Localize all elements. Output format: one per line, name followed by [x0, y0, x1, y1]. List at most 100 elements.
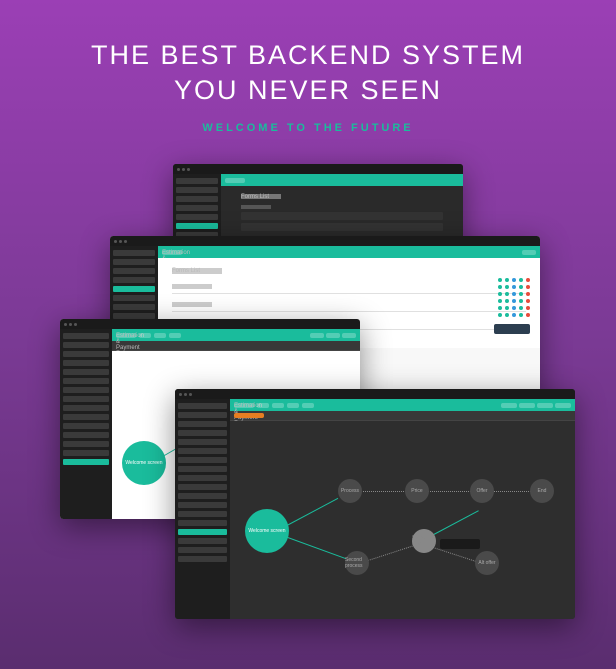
action-dot[interactable] — [505, 292, 509, 296]
sidebar-item-active[interactable] — [176, 223, 218, 229]
sidebar-item[interactable] — [113, 259, 155, 265]
topbar-action[interactable] — [342, 333, 356, 338]
topbar-tab[interactable] — [272, 403, 284, 408]
topbar-action[interactable] — [555, 403, 571, 408]
topbar-action[interactable] — [310, 333, 324, 338]
sidebar-item[interactable] — [113, 268, 155, 274]
action-dot[interactable] — [505, 299, 509, 303]
node-step[interactable]: Price — [405, 479, 429, 503]
sidebar-item[interactable] — [176, 214, 218, 220]
sidebar-item-active[interactable] — [178, 529, 227, 535]
node-step[interactable]: Alt offer — [475, 551, 499, 575]
sidebar-item[interactable] — [63, 342, 109, 348]
action-dot[interactable] — [498, 292, 502, 296]
sidebar-item[interactable] — [63, 387, 109, 393]
action-dot[interactable] — [526, 306, 530, 310]
sidebar-item[interactable] — [113, 295, 155, 301]
sidebar-item[interactable] — [113, 277, 155, 283]
node-step[interactable]: Process — [338, 479, 362, 503]
sidebar-item[interactable] — [63, 333, 109, 339]
action-dot[interactable] — [519, 313, 523, 317]
action-dot[interactable] — [512, 299, 516, 303]
action-dot[interactable] — [519, 299, 523, 303]
sidebar-item[interactable] — [178, 439, 227, 445]
sidebar-item[interactable] — [178, 502, 227, 508]
topbar-tab[interactable] — [287, 403, 299, 408]
sidebar-item[interactable] — [63, 432, 109, 438]
action-dot[interactable] — [512, 313, 516, 317]
sidebar-item-active[interactable] — [63, 459, 109, 465]
sidebar-item[interactable] — [178, 538, 227, 544]
action-dot[interactable] — [526, 313, 530, 317]
sidebar-item[interactable] — [178, 421, 227, 427]
action-dot[interactable] — [519, 306, 523, 310]
topbar-action[interactable] — [519, 403, 535, 408]
sidebar-item[interactable] — [113, 250, 155, 256]
node-welcome[interactable]: Welcome screen — [122, 441, 166, 485]
sidebar-item[interactable] — [63, 396, 109, 402]
topbar-tab[interactable] — [302, 403, 314, 408]
action-dot[interactable] — [498, 285, 502, 289]
action-dot[interactable] — [512, 306, 516, 310]
node-step[interactable]: End — [530, 479, 554, 503]
node-canvas[interactable]: Welcome screen Process Price Offer End S… — [230, 421, 575, 619]
action-dot[interactable] — [512, 292, 516, 296]
sidebar-item[interactable] — [178, 556, 227, 562]
sidebar-item[interactable] — [63, 450, 109, 456]
steps-manager-tab[interactable] — [234, 413, 264, 418]
node-step-highlighted[interactable]: Same Price — [412, 529, 436, 553]
topbar-action[interactable] — [522, 250, 536, 255]
sidebar-item[interactable] — [178, 484, 227, 490]
sidebar-item[interactable] — [178, 475, 227, 481]
sidebar-item[interactable] — [176, 178, 218, 184]
topbar-pill[interactable] — [225, 178, 245, 183]
action-dot[interactable] — [498, 306, 502, 310]
node-step[interactable]: Second process — [345, 551, 369, 575]
form-row[interactable] — [241, 223, 443, 231]
action-dot[interactable] — [519, 292, 523, 296]
sidebar-item[interactable] — [63, 414, 109, 420]
sidebar-item[interactable] — [178, 430, 227, 436]
sidebar-item[interactable] — [178, 511, 227, 517]
sidebar-item-active[interactable] — [113, 286, 155, 292]
sidebar-item[interactable] — [178, 493, 227, 499]
action-dot[interactable] — [526, 285, 530, 289]
action-dot[interactable] — [505, 306, 509, 310]
topbar-tab[interactable] — [154, 333, 166, 338]
sidebar-item[interactable] — [63, 360, 109, 366]
node-step[interactable]: Offer — [470, 479, 494, 503]
field-input[interactable] — [172, 311, 526, 312]
form-row[interactable] — [241, 212, 443, 220]
sidebar-item[interactable] — [176, 196, 218, 202]
sidebar-item[interactable] — [63, 369, 109, 375]
action-dot[interactable] — [505, 278, 509, 282]
topbar-tab[interactable] — [257, 403, 269, 408]
action-dot[interactable] — [526, 278, 530, 282]
topbar-action[interactable] — [537, 403, 553, 408]
sidebar-item[interactable] — [176, 187, 218, 193]
action-dot[interactable] — [519, 285, 523, 289]
action-dot[interactable] — [498, 299, 502, 303]
topbar-tab[interactable] — [169, 333, 181, 338]
action-dot[interactable] — [505, 313, 509, 317]
sidebar-item[interactable] — [178, 520, 227, 526]
action-dot[interactable] — [512, 278, 516, 282]
topbar-tab[interactable] — [139, 333, 151, 338]
action-dot[interactable] — [498, 313, 502, 317]
node-welcome[interactable]: Welcome screen — [245, 509, 289, 553]
sidebar-item[interactable] — [178, 466, 227, 472]
sidebar-item[interactable] — [178, 412, 227, 418]
sidebar-item[interactable] — [63, 441, 109, 447]
field-input[interactable] — [172, 293, 526, 294]
sidebar-item[interactable] — [63, 423, 109, 429]
sidebar-item[interactable] — [63, 351, 109, 357]
sidebar-item[interactable] — [63, 405, 109, 411]
sidebar-item[interactable] — [178, 457, 227, 463]
sidebar-item[interactable] — [178, 448, 227, 454]
action-dot[interactable] — [526, 292, 530, 296]
sidebar-item[interactable] — [113, 304, 155, 310]
topbar-action[interactable] — [501, 403, 517, 408]
sidebar-item[interactable] — [176, 205, 218, 211]
action-dot[interactable] — [519, 278, 523, 282]
submit-button[interactable] — [494, 324, 530, 334]
